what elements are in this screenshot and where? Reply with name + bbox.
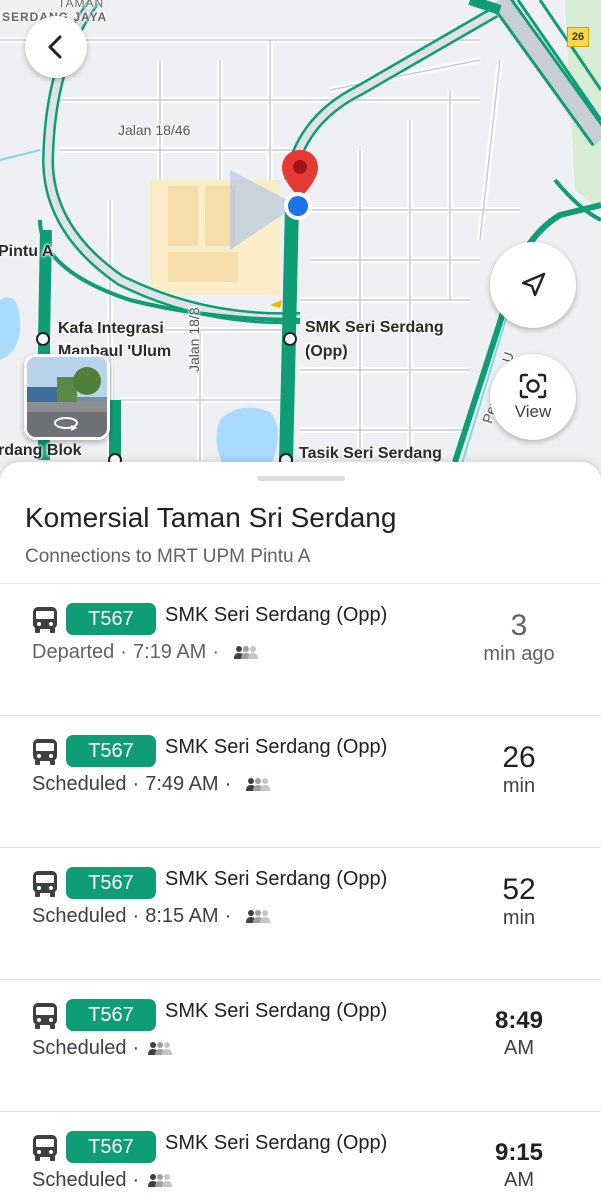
departure-stop: SMK Seri Serdang (Opp) — [165, 736, 388, 758]
departure-eta: 26 min — [469, 742, 569, 798]
map-label-tasik: Tasik Seri Serdang — [299, 445, 442, 462]
drag-handle[interactable] — [257, 476, 345, 481]
departure-row[interactable]: T567 SMK Seri Serdang (Opp) Scheduled · … — [0, 848, 601, 980]
crowd-level-icon — [234, 645, 259, 659]
departure-status: Scheduled · — [32, 1037, 173, 1060]
eta-value: 52 — [502, 873, 536, 906]
my-location-button[interactable] — [490, 242, 576, 328]
departure-eta: 3 min ago — [469, 610, 569, 666]
departure-row[interactable]: T567 SMK Seri Serdang (Opp) Scheduled · … — [0, 980, 601, 1112]
current-location-dot — [284, 192, 312, 220]
departure-eta: 8:49 AM — [469, 1006, 569, 1060]
bus-icon — [33, 1003, 57, 1029]
departure-time: 7:49 AM — [145, 773, 219, 795]
view-button[interactable]: View — [490, 354, 576, 440]
map-label-pintu-a: Pintu A — [0, 243, 54, 260]
status-text: Scheduled — [32, 773, 127, 795]
bus-icon — [33, 871, 57, 897]
eta-unit: min — [502, 907, 536, 929]
departure-row[interactable]: T567 SMK Seri Serdang (Opp) Scheduled · … — [0, 1112, 601, 1200]
map-label-road: Jalan 18/46 — [118, 122, 191, 138]
bus-icon — [33, 1135, 57, 1161]
route-shield: 26 — [567, 27, 589, 47]
eta-value: 26 — [502, 741, 536, 774]
view-button-label: View — [514, 402, 552, 421]
map-label-kafa-1: Kafa Integrasi — [58, 320, 164, 337]
departure-row[interactable]: T567 SMK Seri Serdang (Opp) Scheduled · … — [0, 716, 601, 848]
departure-time: 8:15 AM — [145, 905, 219, 927]
camera-lens-icon — [519, 373, 547, 399]
eta-unit: AM — [504, 1169, 534, 1191]
route-chip: T567 — [66, 1131, 156, 1163]
bus-icon — [33, 607, 57, 633]
departure-time: 7:19 AM — [132, 641, 207, 663]
rotate-360-icon — [54, 417, 78, 431]
departures-sheet[interactable]: Komersial Taman Sri Serdang Connections … — [0, 462, 601, 1200]
crowd-level-icon — [246, 909, 271, 923]
eta-unit: min ago — [483, 643, 555, 665]
departure-eta: 52 min — [469, 874, 569, 930]
departure-status: Scheduled · 7:49 AM · — [32, 773, 271, 796]
eta-value: 9:15 — [494, 1139, 544, 1166]
departure-stop: SMK Seri Serdang (Opp) — [165, 868, 388, 890]
route-chip: T567 — [66, 867, 156, 899]
eta-unit: min — [502, 775, 536, 797]
eta-unit: AM — [504, 1037, 534, 1059]
back-button[interactable] — [25, 16, 87, 78]
stop-subtitle: Connections to MRT UPM Pintu A — [25, 546, 311, 567]
eta-value: 3 — [510, 609, 528, 642]
departure-stop: SMK Seri Serdang (Opp) — [165, 1132, 388, 1154]
map-label-jalan-18-8: Jalan 18/8 — [186, 307, 202, 372]
map-label-serdang-blok: rdang Blok — [0, 442, 82, 459]
route-chip: T567 — [66, 999, 156, 1031]
stop-title: Komersial Taman Sri Serdang — [25, 502, 397, 533]
departure-status: Scheduled · — [32, 1169, 173, 1192]
street-view-thumbnail[interactable] — [24, 354, 110, 440]
status-text: Scheduled — [32, 1169, 127, 1191]
arrow-left-icon — [48, 35, 62, 59]
crowd-level-icon — [148, 1173, 173, 1187]
map-view[interactable]: TAMAN SERDANG JAYA Jalan 18/46 Pintu A K… — [0, 0, 601, 480]
status-text: Scheduled — [32, 905, 127, 927]
departure-stop: SMK Seri Serdang (Opp) — [165, 1000, 388, 1022]
map-label-smk-1: SMK Seri Serdang — [305, 319, 444, 336]
departure-eta: 9:15 AM — [469, 1138, 569, 1192]
status-text: Departed — [32, 641, 115, 663]
departure-stop: SMK Seri Serdang (Opp) — [165, 604, 388, 626]
departure-status: Scheduled · 8:15 AM · — [32, 905, 271, 928]
status-text: Scheduled — [32, 1037, 127, 1059]
crowd-level-icon — [246, 777, 271, 791]
route-chip: T567 — [66, 735, 156, 767]
departure-row[interactable]: T567 SMK Seri Serdang (Opp) Departed · 7… — [0, 584, 601, 716]
route-chip: T567 — [66, 603, 156, 635]
eta-value: 8:49 — [494, 1007, 544, 1034]
bus-icon — [33, 739, 57, 765]
navigation-arrow-icon — [521, 272, 546, 297]
map-label-smk-2: (Opp) — [305, 343, 348, 360]
crowd-level-icon — [148, 1041, 173, 1055]
departure-status: Departed · 7:19 AM · — [32, 641, 259, 664]
